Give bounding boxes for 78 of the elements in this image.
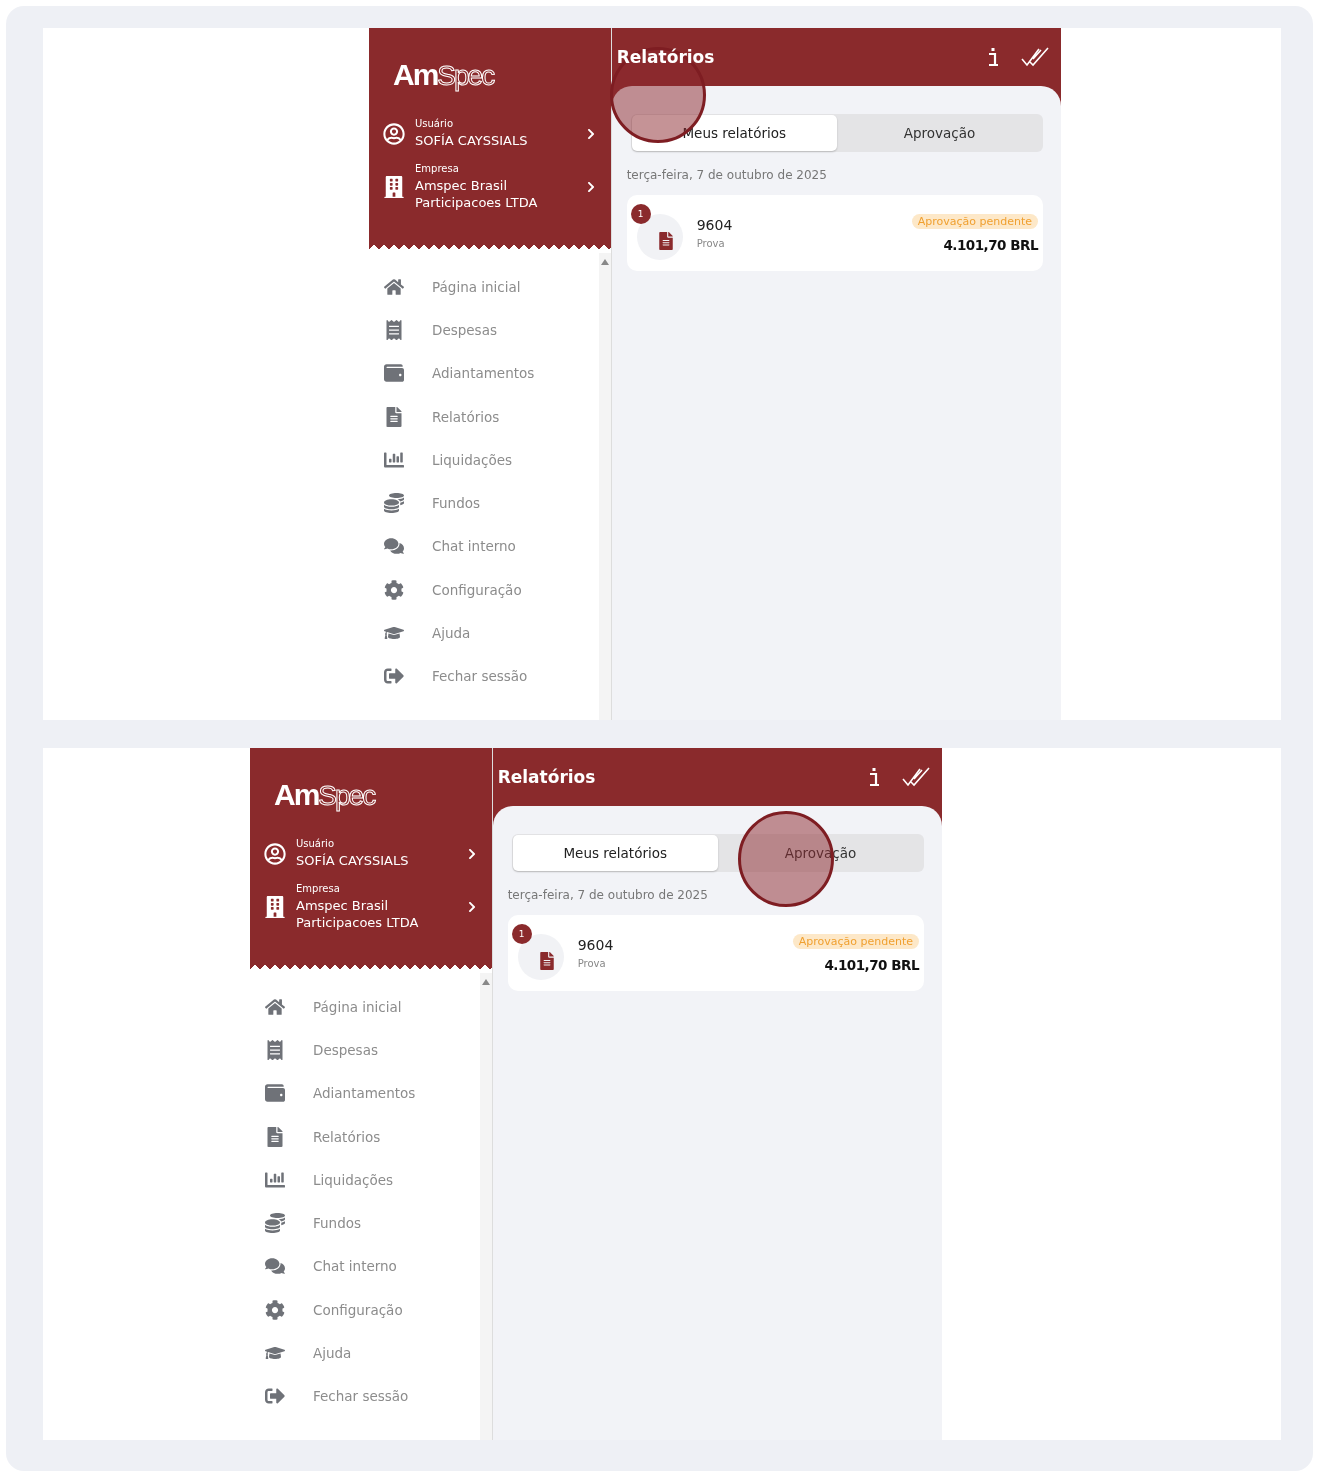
home-icon bbox=[265, 996, 285, 1017]
wallet-icon bbox=[384, 363, 404, 384]
menu-item[interactable]: Despesas bbox=[265, 1028, 480, 1072]
report-card[interactable]: 1 9604 Prova Aprovação pendente 4.101,70 BRL bbox=[507, 915, 924, 991]
menu-item[interactable]: Fundos bbox=[265, 1201, 480, 1245]
document-icon bbox=[384, 406, 404, 427]
report-number: 9604 bbox=[577, 937, 615, 953]
menu-item[interactable]: Relatórios bbox=[265, 1114, 480, 1159]
menu-item[interactable]: Adiantamentos bbox=[265, 1071, 480, 1115]
company-label: Empresa bbox=[296, 883, 341, 894]
building-icon bbox=[264, 896, 286, 918]
report-card[interactable]: 1 9604 Prova Aprovação pendente 4.101,70 BRL bbox=[626, 195, 1043, 271]
info-icon[interactable] bbox=[868, 767, 880, 787]
menu-item[interactable]: Ajuda bbox=[384, 611, 599, 655]
menu-item[interactable]: Fundos bbox=[384, 481, 599, 525]
menu-item[interactable]: Despesas bbox=[384, 308, 599, 352]
home-icon bbox=[384, 276, 404, 297]
company-selector[interactable]: Empresa Amspec Brasil Participacoes LTDA bbox=[383, 163, 597, 211]
wallet-icon bbox=[265, 1083, 285, 1104]
double-check-icon[interactable] bbox=[902, 767, 930, 787]
logout-icon bbox=[384, 666, 404, 687]
scrollbar-track[interactable] bbox=[479, 973, 492, 1440]
tab[interactable]: Meus relatórios bbox=[512, 835, 718, 871]
user-selector[interactable]: Usuário SOFÍA CAYSSIALS bbox=[383, 118, 597, 149]
receipt-icon bbox=[384, 319, 404, 340]
user-selector[interactable]: Usuário SOFÍA CAYSSIALS bbox=[264, 838, 478, 869]
settings-icon bbox=[265, 1299, 285, 1320]
menu-item[interactable]: Ajuda bbox=[265, 1331, 480, 1375]
double-check-icon[interactable] bbox=[1021, 47, 1049, 67]
user-icon bbox=[264, 842, 286, 865]
status-badge: Aprovação pendente bbox=[792, 933, 919, 949]
menu-item[interactable]: Chat interno bbox=[384, 524, 599, 569]
report-name: Prova bbox=[696, 238, 726, 249]
company-selector[interactable]: Empresa Amspec Brasil Participacoes LTDA bbox=[264, 883, 478, 931]
scrollbar-track[interactable] bbox=[598, 253, 611, 720]
report-number: 9604 bbox=[696, 217, 734, 233]
menu-item[interactable]: Configuração bbox=[384, 568, 599, 612]
date-heading: terça-feira, 7 de outubro de 2025 bbox=[626, 168, 828, 182]
menu-item[interactable]: Fechar sessão bbox=[265, 1374, 480, 1418]
menu-item[interactable]: Configuração bbox=[265, 1288, 480, 1332]
company-name: Amspec Brasil Participacoes LTDA bbox=[415, 177, 539, 211]
menu-item[interactable]: Adiantamentos bbox=[384, 351, 599, 395]
count-badge: 1 bbox=[511, 924, 532, 944]
info-icon[interactable] bbox=[987, 47, 999, 67]
settings-icon bbox=[384, 579, 404, 600]
receipt-icon bbox=[265, 1039, 285, 1060]
date-heading: terça-feira, 7 de outubro de 2025 bbox=[507, 888, 709, 902]
report-name: Prova bbox=[577, 958, 607, 969]
chat-bubbles-icon bbox=[384, 536, 404, 557]
user-label: Usuário bbox=[415, 118, 454, 129]
menu-item[interactable]: Liquidações bbox=[384, 438, 599, 482]
menu-item[interactable]: Página inicial bbox=[265, 985, 480, 1029]
menu-item[interactable]: Chat interno bbox=[265, 1244, 480, 1289]
company-name: Amspec Brasil Participacoes LTDA bbox=[296, 897, 420, 931]
report-amount: 4.101,70 BRL bbox=[943, 236, 1038, 253]
user-name: SOFÍA CAYSSIALS bbox=[415, 132, 529, 149]
logout-icon bbox=[265, 1386, 285, 1407]
user-label: Usuário bbox=[296, 838, 335, 849]
menu-item[interactable]: Relatórios bbox=[384, 394, 599, 439]
user-name: SOFÍA CAYSSIALS bbox=[296, 852, 410, 869]
status-badge: Aprovação pendente bbox=[911, 213, 1038, 229]
chat-bubbles-icon bbox=[265, 1256, 285, 1277]
building-icon bbox=[383, 176, 405, 198]
document-icon bbox=[538, 952, 555, 970]
count-badge: 1 bbox=[630, 204, 651, 224]
menu-item[interactable]: Fechar sessão bbox=[384, 654, 599, 698]
menu-item[interactable]: Liquidações bbox=[265, 1158, 480, 1202]
document-icon bbox=[657, 232, 674, 250]
coins-icon bbox=[265, 1213, 285, 1234]
company-label: Empresa bbox=[415, 163, 460, 174]
document-icon bbox=[265, 1126, 285, 1147]
user-icon bbox=[383, 122, 405, 145]
menu-item[interactable]: Página inicial bbox=[384, 265, 599, 309]
report-amount: 4.101,70 BRL bbox=[824, 956, 919, 973]
tab[interactable]: Aprovação bbox=[836, 115, 1042, 151]
coins-icon bbox=[384, 493, 404, 514]
page-title: Relatórios bbox=[497, 767, 597, 787]
page-title: Relatórios bbox=[616, 47, 716, 67]
